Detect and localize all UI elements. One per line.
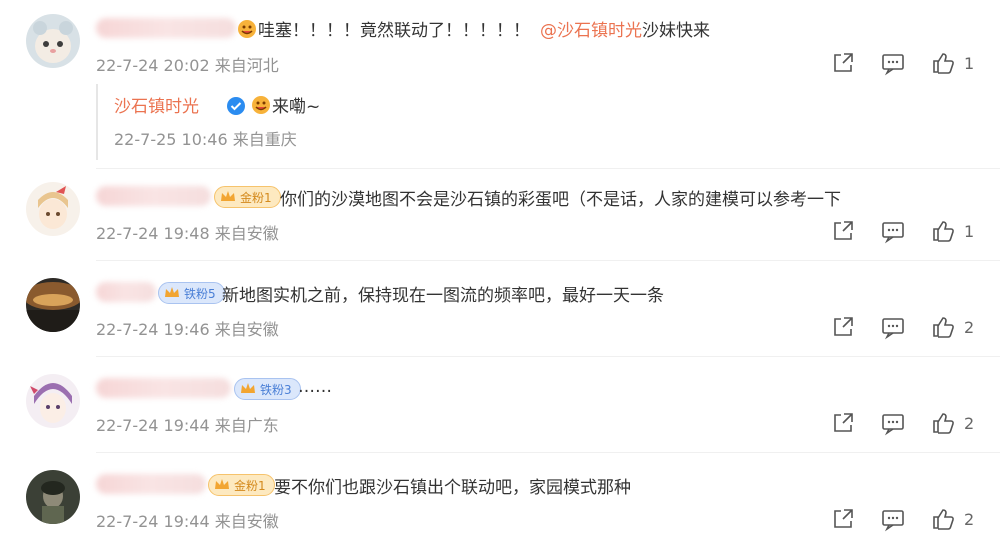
comment-actions: 2	[830, 410, 976, 436]
like-count: 2	[964, 317, 975, 337]
crown-icon	[241, 383, 255, 393]
like-icon[interactable]	[930, 218, 956, 244]
share-icon[interactable]	[830, 218, 856, 244]
comment-icon[interactable]	[880, 50, 906, 76]
comment-actions: 1	[830, 218, 976, 244]
divider	[96, 452, 1000, 453]
mention-link[interactable]: @沙石镇时光	[540, 16, 642, 41]
avatar[interactable]	[26, 182, 80, 236]
comment-icon[interactable]	[880, 410, 906, 436]
comment-icon[interactable]	[880, 218, 906, 244]
like-count: 1	[964, 53, 975, 73]
comment-text: 新地图实机之前，保持现在一图流的频率吧，最好一天一条	[222, 286, 664, 306]
user-name[interactable]	[96, 474, 206, 494]
comment-meta: 22-7-24 20:02 来自河北	[96, 56, 279, 75]
like-icon[interactable]	[930, 506, 956, 532]
like-count: 1	[964, 221, 975, 241]
avatar[interactable]	[26, 470, 80, 524]
reply: 沙石镇时光 来嘞~ 22-7-25 10:46 来自重庆	[96, 84, 968, 160]
like-count: 2	[964, 509, 975, 529]
user-name[interactable]	[96, 378, 231, 398]
divider	[96, 260, 1000, 261]
share-icon[interactable]	[830, 314, 856, 340]
avatar[interactable]	[26, 374, 80, 428]
fan-badge[interactable]: 金粉1	[214, 186, 281, 208]
share-icon[interactable]	[830, 506, 856, 532]
crown-icon	[215, 479, 229, 489]
emoji-icon	[252, 95, 270, 114]
crown-icon	[221, 191, 235, 201]
divider	[96, 168, 1000, 169]
fan-badge[interactable]: 铁粉5	[158, 282, 225, 304]
like-icon[interactable]	[930, 314, 956, 340]
share-icon[interactable]	[830, 410, 856, 436]
reply-meta: 22-7-25 10:46 来自重庆	[114, 130, 297, 149]
reply-user-name[interactable]: 沙石镇时光	[114, 92, 199, 117]
fan-badge[interactable]: 金粉1	[208, 474, 275, 496]
emoji-icon	[238, 19, 256, 38]
comment-meta: 22-7-24 19:46 来自安徽	[96, 320, 279, 339]
reply-text: 来嘞~	[250, 92, 320, 117]
share-icon[interactable]	[830, 50, 856, 76]
avatar[interactable]	[26, 14, 80, 68]
crown-icon	[165, 287, 179, 297]
comment-text: 你们的沙漠地图不会是沙石镇的彩蛋吧（不是话，人家的建模可以参考一下	[280, 190, 841, 210]
comment-text: 哇塞！！！！竟然联动了！！！！！ @沙石镇时光 沙妹快来	[236, 16, 710, 41]
comment-icon[interactable]	[880, 506, 906, 532]
divider	[96, 356, 1000, 357]
comment-text: ……	[298, 377, 332, 397]
like-icon[interactable]	[930, 410, 956, 436]
user-name[interactable]	[96, 186, 211, 206]
comment-actions: 2	[830, 506, 976, 532]
fan-badge[interactable]: 铁粉3	[234, 378, 301, 400]
comment-meta: 22-7-24 19:48 来自安徽	[96, 224, 279, 243]
like-count: 2	[964, 413, 975, 433]
comment-actions: 1	[830, 50, 976, 76]
like-icon[interactable]	[930, 50, 956, 76]
user-name[interactable]	[96, 282, 156, 302]
comment-meta: 22-7-24 19:44 来自广东	[96, 416, 279, 435]
comment-actions: 2	[830, 314, 976, 340]
verified-icon	[227, 97, 245, 115]
comment-text: 要不你们也跟沙石镇出个联动吧，家园模式那种	[274, 478, 631, 498]
comment-icon[interactable]	[880, 314, 906, 340]
user-name[interactable]	[96, 18, 236, 38]
comment-meta: 22-7-24 19:44 来自安徽	[96, 512, 279, 531]
avatar[interactable]	[26, 278, 80, 332]
